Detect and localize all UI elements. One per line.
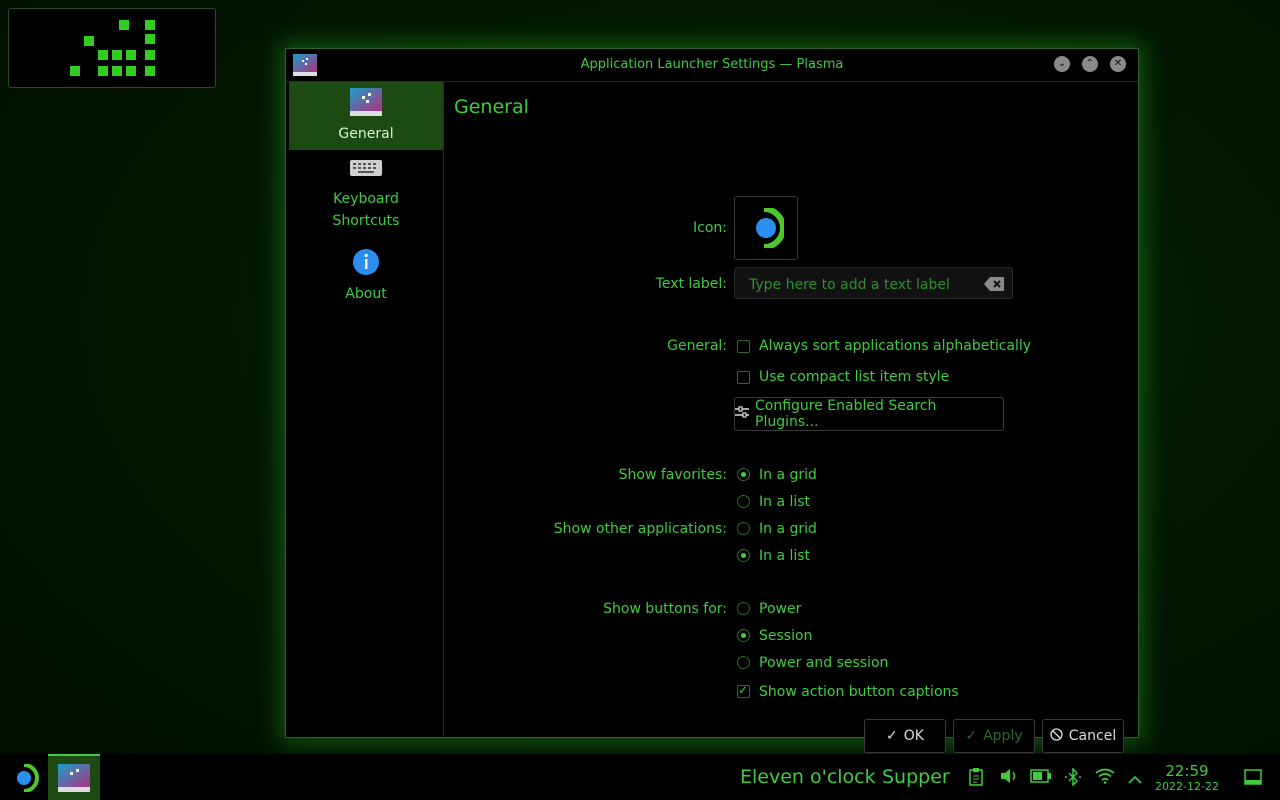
widget-dot	[145, 66, 155, 76]
sidebar-item-keyboard-shortcuts[interactable]: Keyboard Shortcuts	[289, 158, 443, 238]
ok-button[interactable]: ✓ OK	[864, 719, 946, 753]
close-button[interactable]: ✕	[1110, 56, 1126, 72]
window-title: Application Launcher Settings — Plasma	[580, 57, 844, 72]
widget-dot	[119, 20, 129, 30]
clock-time: 22:59	[1165, 762, 1209, 780]
configure-search-plugins-button[interactable]: Configure Enabled Search Plugins...	[734, 397, 1004, 431]
widget-dot	[98, 50, 108, 60]
task-settings-window[interactable]	[48, 754, 100, 800]
taskbar: Eleven o'clock Supper 22:59 2022-12-22	[0, 754, 1280, 800]
check-icon: ✓	[965, 728, 978, 744]
clock[interactable]: 22:59 2022-12-22	[1152, 762, 1222, 793]
maximize-button[interactable]: ⌃	[1082, 56, 1098, 72]
widget-dot	[145, 50, 155, 60]
compact-list-checkbox[interactable]	[737, 371, 750, 384]
titlebar[interactable]: Application Launcher Settings — Plasma ⌄…	[286, 49, 1138, 82]
clock-date: 2022-12-22	[1155, 780, 1219, 793]
cancel-icon	[1050, 727, 1063, 745]
sort-alphabetically-checkbox[interactable]	[737, 340, 750, 353]
widget-dot	[112, 50, 122, 60]
buttons-session-label[interactable]: Session	[759, 628, 812, 644]
widget-dot	[126, 50, 136, 60]
keyboard-icon	[350, 158, 382, 178]
icon-picker-button[interactable]	[734, 196, 798, 260]
buttons-power-label[interactable]: Power	[759, 601, 801, 617]
text-label-label: Text label:	[655, 276, 727, 292]
text-label-input[interactable]	[747, 274, 981, 296]
buttons-power-and-session-label[interactable]: Power and session	[759, 655, 888, 671]
configure-icon	[735, 406, 749, 422]
favorites-list-radio[interactable]	[737, 495, 750, 508]
sidebar-item-label: General	[338, 126, 394, 142]
sidebar-item-about[interactable]: About	[289, 248, 443, 308]
taskbar-text-1: Eleven o'clock	[740, 766, 876, 788]
sort-alphabetically-label[interactable]: Always sort applications alphabetically	[759, 338, 1031, 354]
other-apps-list-radio[interactable]	[737, 549, 750, 562]
show-other-apps-label: Show other applications:	[553, 521, 727, 537]
widget-dot	[126, 66, 136, 76]
app-launcher-icon	[58, 764, 90, 796]
sidebar-item-label: About	[345, 286, 387, 302]
show-action-captions-label[interactable]: Show action button captions	[759, 684, 959, 700]
compact-list-label[interactable]: Use compact list item style	[759, 369, 949, 385]
widget-dot	[84, 36, 94, 46]
widget-dot	[145, 34, 155, 44]
clear-text-icon[interactable]	[984, 276, 1004, 295]
other-apps-grid-radio[interactable]	[737, 522, 750, 535]
battery-icon[interactable]	[1030, 768, 1052, 787]
info-icon	[352, 248, 380, 276]
wifi-icon[interactable]	[1095, 768, 1115, 788]
bluetooth-icon[interactable]	[1064, 767, 1082, 790]
launcher-icon	[750, 206, 786, 252]
widget-dot	[112, 66, 122, 76]
clipboard-icon[interactable]	[969, 768, 983, 790]
minimize-button[interactable]: ⌄	[1054, 56, 1070, 72]
favorites-list-label[interactable]: In a list	[759, 494, 810, 510]
buttons-power-radio[interactable]	[737, 602, 750, 615]
text-label-field[interactable]	[734, 267, 1013, 299]
show-action-captions-checkbox[interactable]	[737, 683, 750, 698]
page-title: General	[454, 96, 529, 118]
chevron-up-icon[interactable]	[1128, 770, 1142, 789]
general-label: General:	[667, 338, 727, 354]
favorites-grid-label[interactable]: In a grid	[759, 467, 817, 483]
widget-dot	[145, 20, 155, 30]
icon-label: Icon:	[693, 220, 727, 236]
show-favorites-label: Show favorites:	[618, 467, 727, 483]
app-launcher-button[interactable]	[14, 763, 40, 796]
cancel-button[interactable]: Cancel	[1042, 719, 1124, 753]
buttons-power-and-session-radio[interactable]	[737, 656, 750, 669]
buttons-session-radio[interactable]	[737, 629, 750, 642]
favorites-grid-radio[interactable]	[737, 468, 750, 481]
apply-button[interactable]: ✓ Apply	[953, 719, 1035, 753]
widget-dot	[70, 66, 80, 76]
show-buttons-for-label: Show buttons for:	[603, 601, 727, 617]
app-launcher-icon	[350, 88, 382, 116]
other-apps-grid-label[interactable]: In a grid	[759, 521, 817, 537]
settings-content: General Icon: Text label: General:	[444, 82, 1138, 753]
desktop-widget	[8, 8, 216, 88]
sidebar-item-label: Keyboard Shortcuts	[332, 191, 400, 229]
widget-dot	[98, 66, 108, 76]
settings-window: Application Launcher Settings — Plasma ⌄…	[285, 48, 1139, 753]
show-desktop-icon[interactable]	[1244, 769, 1262, 789]
check-icon: ✓	[886, 728, 898, 744]
volume-icon[interactable]	[1000, 768, 1018, 788]
taskbar-text-2: Supper	[882, 766, 950, 788]
sidebar: General Keyboard Shortcuts About	[289, 82, 444, 737]
other-apps-list-label[interactable]: In a list	[759, 548, 810, 564]
sidebar-item-general[interactable]: General	[289, 82, 443, 150]
